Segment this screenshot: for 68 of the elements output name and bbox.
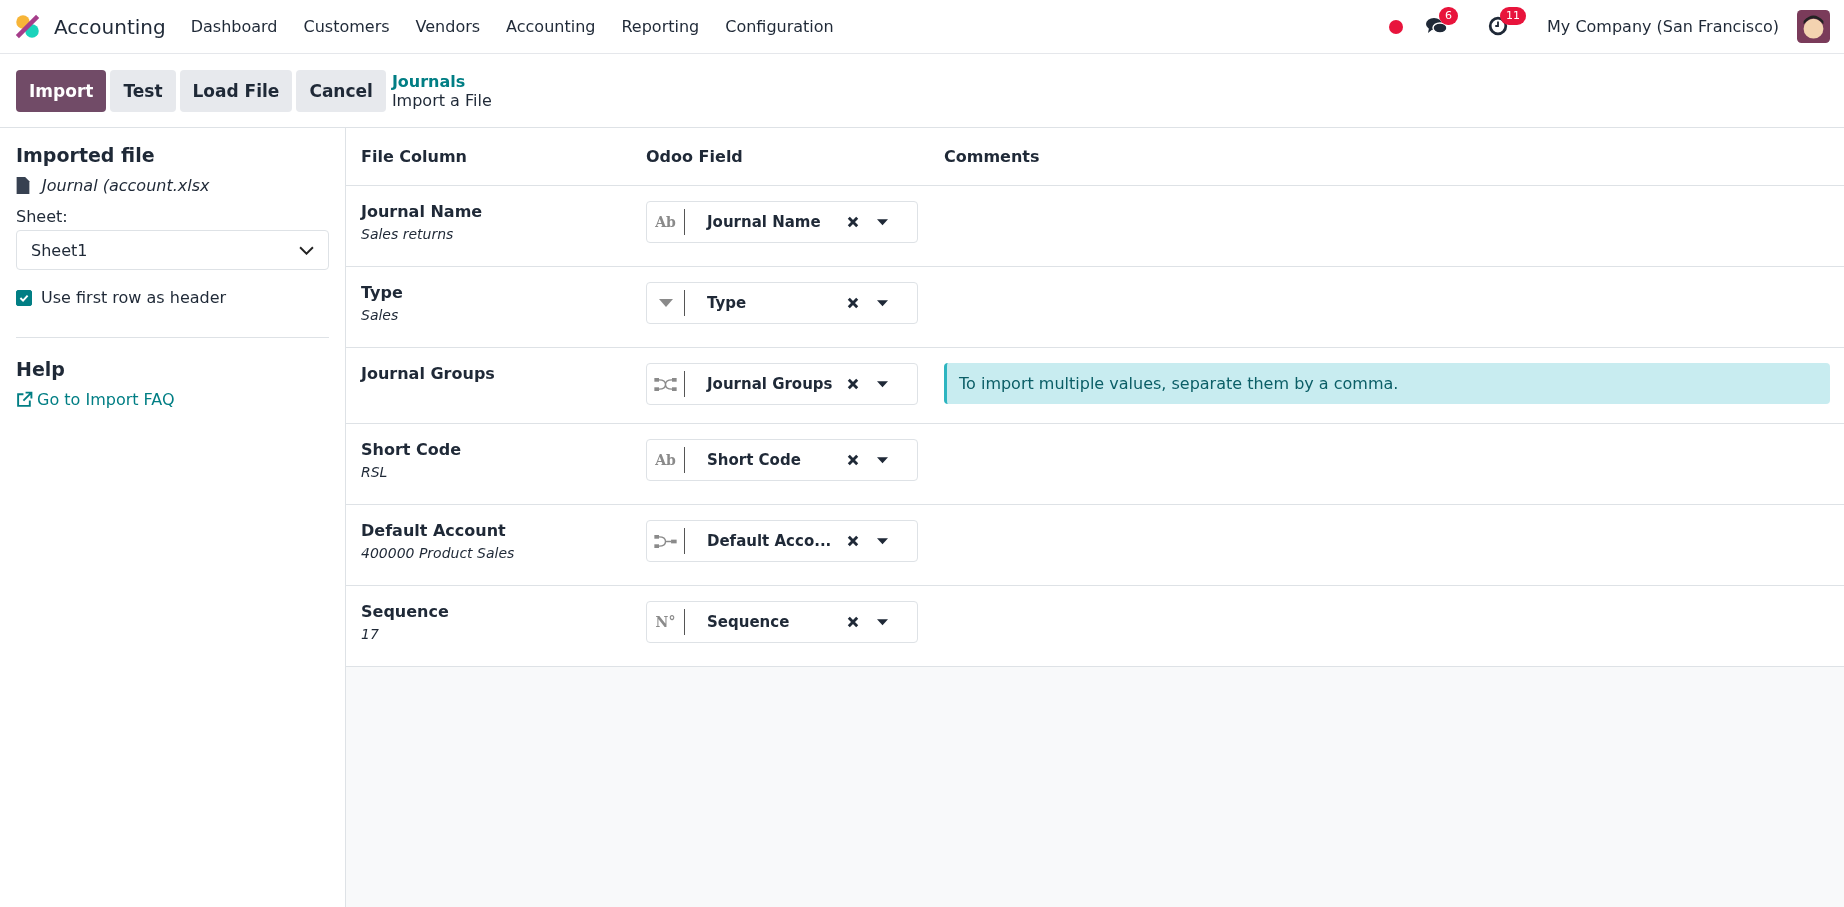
menu-item[interactable]: Accounting: [493, 17, 609, 36]
column-header: Odoo Field: [646, 147, 744, 166]
clear-icon[interactable]: [847, 454, 859, 466]
breadcrumb-link[interactable]: Journals: [391, 71, 492, 91]
many-to-many-icon: [654, 377, 677, 391]
checkbox-label[interactable]: Use first row as header: [41, 288, 227, 307]
many-to-one-icon: [654, 534, 677, 548]
company-switcher[interactable]: My Company (San Francisco): [1547, 17, 1779, 36]
sample-value: RSL: [361, 463, 389, 482]
caret-icon[interactable]: [877, 218, 888, 226]
sample-value: Sales returns: [361, 225, 455, 244]
column-header: File Column: [360, 147, 468, 166]
header-checkbox[interactable]: [16, 289, 32, 306]
page-title: Import a File: [391, 90, 492, 110]
user-avatar-icon[interactable]: [1797, 10, 1830, 43]
field-select[interactable]: N° Sequence: [646, 601, 918, 643]
field-select[interactable]: Default Acco...: [646, 520, 918, 562]
app-logo-icon[interactable]: [14, 13, 41, 40]
file-column-name: Type: [361, 282, 404, 304]
info-alert: To import multiple values, separate them by a comma.: [944, 363, 1830, 404]
field-select[interactable]: Ab Short Code: [646, 439, 918, 481]
clear-icon[interactable]: [847, 297, 859, 309]
app-name[interactable]: Accounting: [54, 14, 166, 39]
selection-type-icon: [657, 298, 674, 308]
sample-value: Sales: [361, 306, 400, 325]
field-select[interactable]: Type: [646, 282, 918, 324]
clear-icon[interactable]: [847, 378, 859, 390]
menu-item[interactable]: Customers: [290, 17, 403, 36]
column-header: Comments: [944, 147, 1041, 166]
sheet-select[interactable]: Sheet1: [16, 230, 329, 270]
field-select[interactable]: Journal Groups: [646, 363, 918, 405]
caret-icon[interactable]: [877, 380, 888, 388]
status-dot-icon[interactable]: [1389, 19, 1404, 34]
clear-icon[interactable]: [847, 216, 859, 228]
clear-icon[interactable]: [847, 616, 859, 628]
external-link-icon: [16, 391, 33, 408]
action-button[interactable]: Cancel: [296, 69, 386, 112]
message-count-badge: 6: [1439, 6, 1459, 25]
file-column-name: Journal Groups: [361, 363, 496, 385]
field-select[interactable]: Ab Journal Name: [646, 201, 918, 243]
caret-icon[interactable]: [877, 456, 888, 464]
action-button[interactable]: Test: [110, 69, 176, 112]
activity-count-badge: 11: [1500, 6, 1527, 25]
faq-link[interactable]: Go to Import FAQ: [37, 390, 175, 409]
section-title: Imported file: [16, 144, 155, 166]
chevron-down-icon: [299, 245, 314, 255]
file-column-name: Journal Name: [361, 201, 484, 223]
clear-icon[interactable]: [847, 535, 859, 547]
field-type-icon: Ab: [655, 214, 676, 230]
menu-item[interactable]: Configuration: [712, 17, 847, 36]
sheet-label: Sheet:: [16, 207, 68, 226]
file-column-name: Default Account: [361, 520, 507, 542]
file-column-name: Sequence: [361, 601, 450, 623]
action-button[interactable]: Import: [16, 69, 107, 112]
section-title: Help: [16, 358, 65, 380]
menu-item[interactable]: Reporting: [608, 17, 713, 36]
action-button[interactable]: Load File: [179, 69, 293, 112]
caret-icon[interactable]: [877, 299, 888, 307]
sample-value: 17: [361, 625, 380, 644]
field-type-icon: N°: [655, 614, 676, 630]
file-icon: [16, 177, 30, 194]
file-column-name: Short Code: [361, 439, 463, 461]
caret-icon[interactable]: [877, 618, 888, 626]
sample-value: 400000 Product Sales: [361, 544, 516, 563]
field-type-icon: Ab: [655, 452, 676, 468]
menu-item[interactable]: Dashboard: [177, 17, 291, 36]
caret-icon[interactable]: [877, 537, 888, 545]
menu-item[interactable]: Vendors: [402, 17, 494, 36]
